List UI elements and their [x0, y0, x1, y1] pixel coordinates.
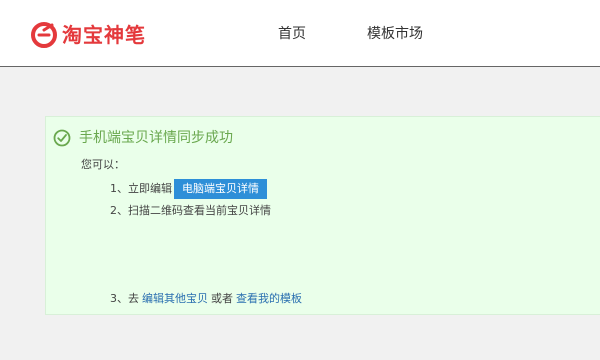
step-other-actions: 3、去 编辑其他宝贝 或者 查看我的模板: [110, 291, 305, 307]
top-header: 淘宝神笔 首页 模板市场: [0, 0, 600, 67]
step-scan-qr: 2、扫描二维码查看当前宝贝详情: [110, 203, 271, 219]
edit-desktop-detail-button[interactable]: 电脑端宝贝详情: [174, 179, 267, 199]
intro-text: 您可以：: [81, 158, 125, 171]
taobao-shenbi-logo-icon: [31, 22, 57, 48]
step-1-label: 1、立即编辑: [110, 182, 172, 195]
step-2-label: 2、扫描二维码查看当前宝贝详情: [110, 204, 271, 217]
sync-success-panel: 手机端宝贝详情同步成功 您可以： 1、立即编辑 电脑端宝贝详情 2、扫描二维码查…: [45, 116, 600, 315]
success-header: 手机端宝贝详情同步成功: [53, 128, 233, 148]
view-my-templates-link[interactable]: 查看我的模板: [236, 291, 302, 307]
nav-home[interactable]: 首页: [278, 24, 306, 44]
logo[interactable]: 淘宝神笔: [30, 20, 146, 50]
success-title: 手机端宝贝详情同步成功: [79, 130, 233, 146]
step-3-or: 或者: [211, 292, 233, 305]
edit-other-items-link[interactable]: 编辑其他宝贝: [142, 291, 208, 307]
check-circle-icon: [53, 129, 71, 147]
logo-text: 淘宝神笔: [62, 23, 146, 47]
nav-template-market[interactable]: 模板市场: [367, 24, 423, 44]
step-edit-desktop: 1、立即编辑 电脑端宝贝详情: [110, 179, 267, 199]
step-3-prefix: 3、去: [110, 292, 139, 305]
